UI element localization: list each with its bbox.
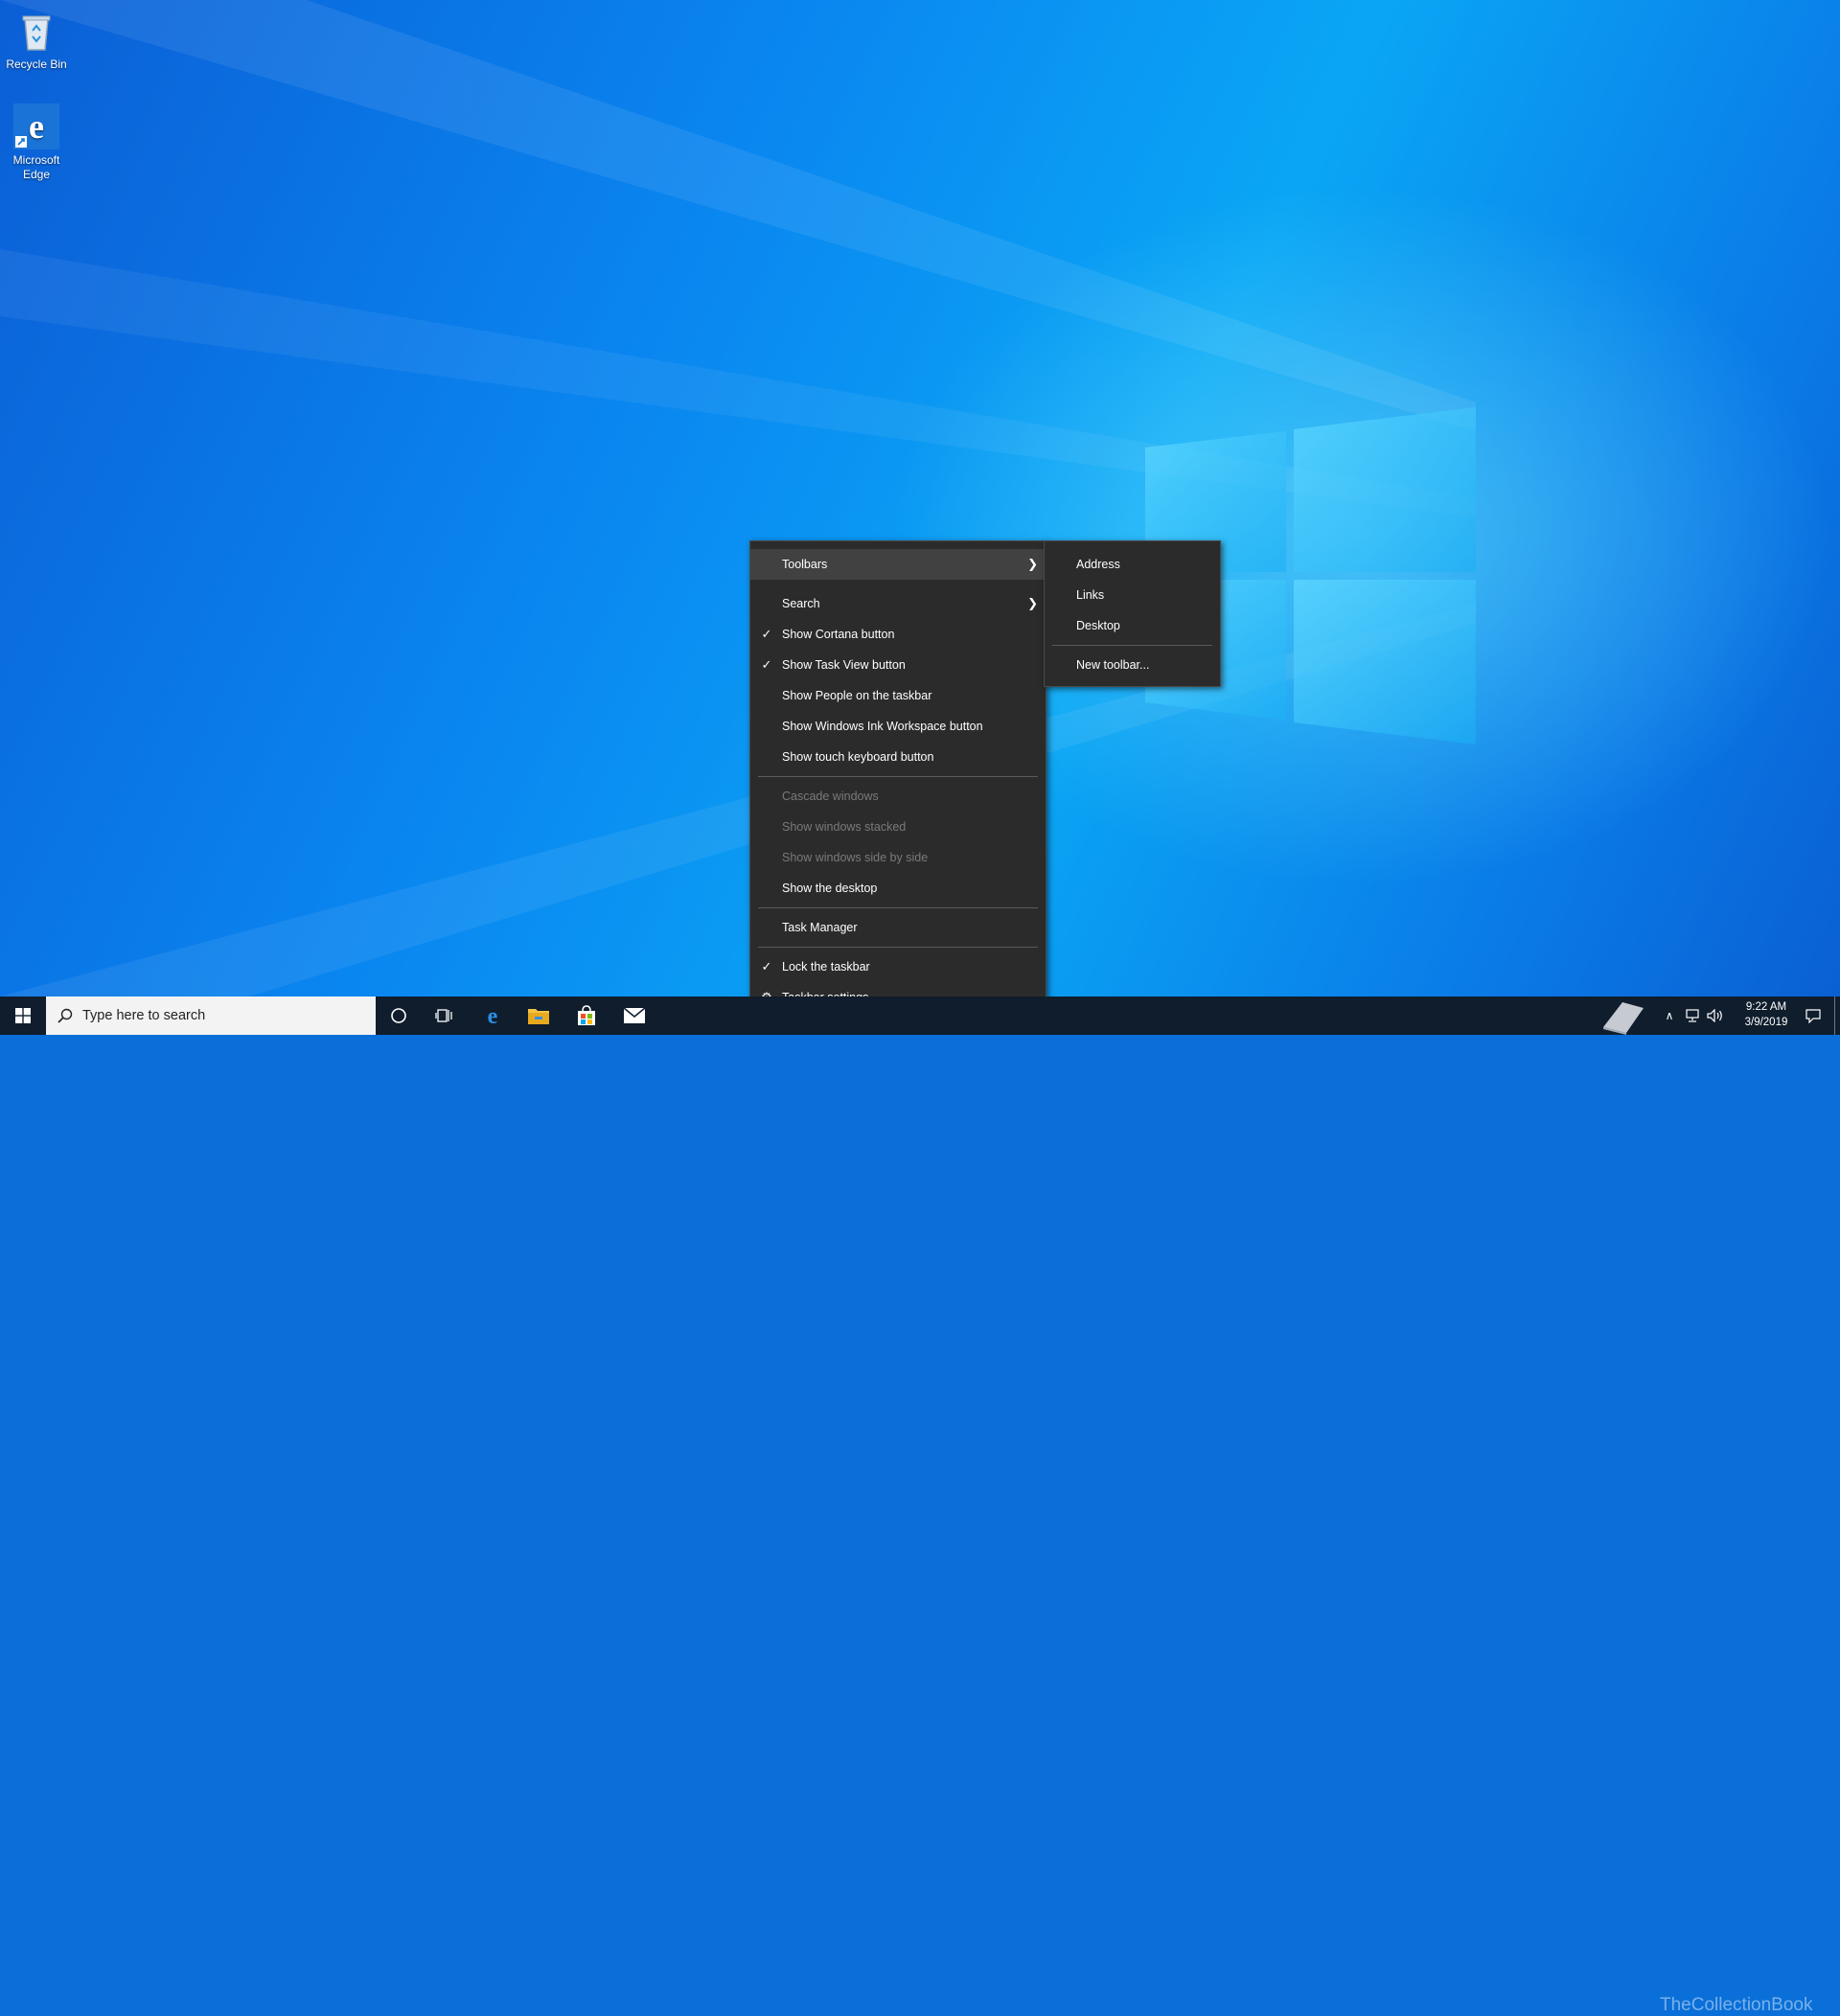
tray-overflow-button[interactable]: ∧ — [1658, 997, 1681, 1035]
store-icon — [578, 1005, 595, 1025]
menu-item-label: Show Task View button — [782, 658, 906, 672]
checkmark-icon: ✓ — [761, 959, 772, 974]
taskbar[interactable]: Type here to search e TheCollectionBook … — [0, 997, 1840, 2015]
menu-item-label: Show windows stacked — [782, 820, 907, 834]
svg-text:e: e — [29, 107, 44, 146]
volume-icon — [1707, 1009, 1722, 1022]
taskbar-app-file-explorer[interactable] — [516, 997, 562, 1035]
menu-item-show-touch-keyboard[interactable]: Show touch keyboard button — [750, 742, 1046, 772]
watermark: TheCollectionBook — [1660, 1995, 1813, 2015]
menu-spacer — [750, 580, 1046, 588]
desktop-icon-microsoft-edge[interactable]: e Microsoft Edge — [0, 103, 75, 182]
book-logo-icon — [1598, 997, 1648, 1035]
menu-item-show-windows-stacked: Show windows stacked — [750, 812, 1046, 842]
menu-item-label: Show Cortana button — [782, 628, 895, 641]
menu-item-label: Show Windows Ink Workspace button — [782, 720, 983, 733]
chevron-up-icon: ∧ — [1665, 1009, 1674, 1022]
submenu-item-links[interactable]: Links — [1045, 580, 1220, 610]
taskbar-app-mail[interactable] — [611, 997, 657, 1035]
menu-item-label: Show windows side by side — [782, 851, 929, 864]
taskbar-search-box[interactable]: Type here to search — [46, 997, 376, 1035]
menu-item-label: Desktop — [1076, 619, 1120, 632]
desktop-icon-label: Recycle Bin — [6, 57, 67, 71]
menu-item-show-cortana-button[interactable]: ✓ Show Cortana button — [750, 619, 1046, 650]
clock-date: 3/9/2019 — [1744, 1017, 1788, 1028]
menu-item-task-manager[interactable]: Task Manager — [750, 912, 1046, 943]
taskbar-app-store[interactable] — [564, 997, 610, 1035]
chevron-right-icon: ❯ — [1027, 596, 1038, 610]
svg-text:e: e — [488, 1004, 498, 1027]
search-icon — [58, 1008, 73, 1023]
chevron-right-icon: ❯ — [1027, 557, 1038, 571]
checkmark-icon: ✓ — [761, 627, 772, 641]
menu-divider — [758, 907, 1038, 908]
show-desktop-button[interactable] — [1834, 997, 1840, 1035]
menu-item-label: Toolbars — [782, 558, 828, 571]
task-view-button[interactable] — [422, 997, 468, 1035]
tray-volume[interactable] — [1704, 997, 1727, 1035]
menu-divider — [758, 776, 1038, 777]
menu-item-toolbars[interactable]: Toolbars ❯ — [750, 549, 1046, 580]
notification-icon — [1806, 1009, 1821, 1023]
menu-item-cascade-windows: Cascade windows — [750, 781, 1046, 812]
network-icon — [1686, 1009, 1699, 1022]
menu-item-label: Lock the taskbar — [782, 960, 870, 974]
toolbars-submenu: Address Links Desktop New toolbar... — [1044, 540, 1221, 687]
action-center-button[interactable] — [1794, 997, 1832, 1035]
menu-item-label: Show touch keyboard button — [782, 750, 934, 764]
menu-item-label: New toolbar... — [1076, 658, 1150, 672]
mail-icon — [623, 1007, 646, 1023]
start-button[interactable] — [0, 997, 46, 1035]
menu-divider — [758, 947, 1038, 948]
menu-item-label: Task Manager — [782, 921, 858, 934]
cortana-circle-icon — [391, 1008, 406, 1023]
submenu-item-desktop[interactable]: Desktop — [1045, 610, 1220, 641]
clock-time: 9:22 AM — [1745, 1001, 1787, 1013]
recycle-bin-icon — [13, 8, 59, 54]
tray-network[interactable] — [1681, 997, 1704, 1035]
taskbar-app-edge[interactable]: e — [470, 997, 516, 1035]
menu-item-show-ink-workspace[interactable]: Show Windows Ink Workspace button — [750, 711, 1046, 742]
edge-icon: e — [13, 103, 59, 149]
tray-clock[interactable]: 9:22 AM 3/9/2019 — [1736, 999, 1796, 1030]
windows-logo-icon — [15, 1008, 31, 1023]
checkmark-icon: ✓ — [761, 657, 772, 672]
menu-item-label: Links — [1076, 588, 1105, 602]
menu-divider — [1052, 645, 1212, 646]
desktop-icon-recycle-bin[interactable]: Recycle Bin — [0, 8, 75, 72]
submenu-item-new-toolbar[interactable]: New toolbar... — [1045, 650, 1220, 680]
menu-item-search[interactable]: Search ❯ — [750, 588, 1046, 619]
submenu-item-address[interactable]: Address — [1045, 549, 1220, 580]
search-placeholder: Type here to search — [82, 1008, 206, 1023]
menu-item-show-task-view-button[interactable]: ✓ Show Task View button — [750, 650, 1046, 680]
task-view-icon — [435, 1009, 452, 1022]
menu-item-lock-the-taskbar[interactable]: ✓ Lock the taskbar — [750, 951, 1046, 982]
menu-item-show-people[interactable]: Show People on the taskbar — [750, 680, 1046, 711]
menu-item-show-the-desktop[interactable]: Show the desktop — [750, 873, 1046, 904]
menu-item-label: Address — [1076, 558, 1120, 571]
menu-item-label: Search — [782, 597, 820, 610]
edge-icon: e — [488, 1004, 498, 1027]
desktop-icon-label: Microsoft Edge — [12, 153, 60, 181]
taskbar-context-menu: Toolbars ❯ Search ❯ ✓ Show Cortana butto… — [749, 540, 1046, 1019]
menu-item-label: Cascade windows — [782, 790, 879, 803]
menu-item-show-windows-side-by-side: Show windows side by side — [750, 842, 1046, 873]
menu-item-label: Show the desktop — [782, 882, 878, 895]
menu-item-label: Show People on the taskbar — [782, 689, 932, 702]
cortana-button[interactable] — [376, 997, 422, 1035]
file-explorer-icon — [528, 1009, 549, 1024]
